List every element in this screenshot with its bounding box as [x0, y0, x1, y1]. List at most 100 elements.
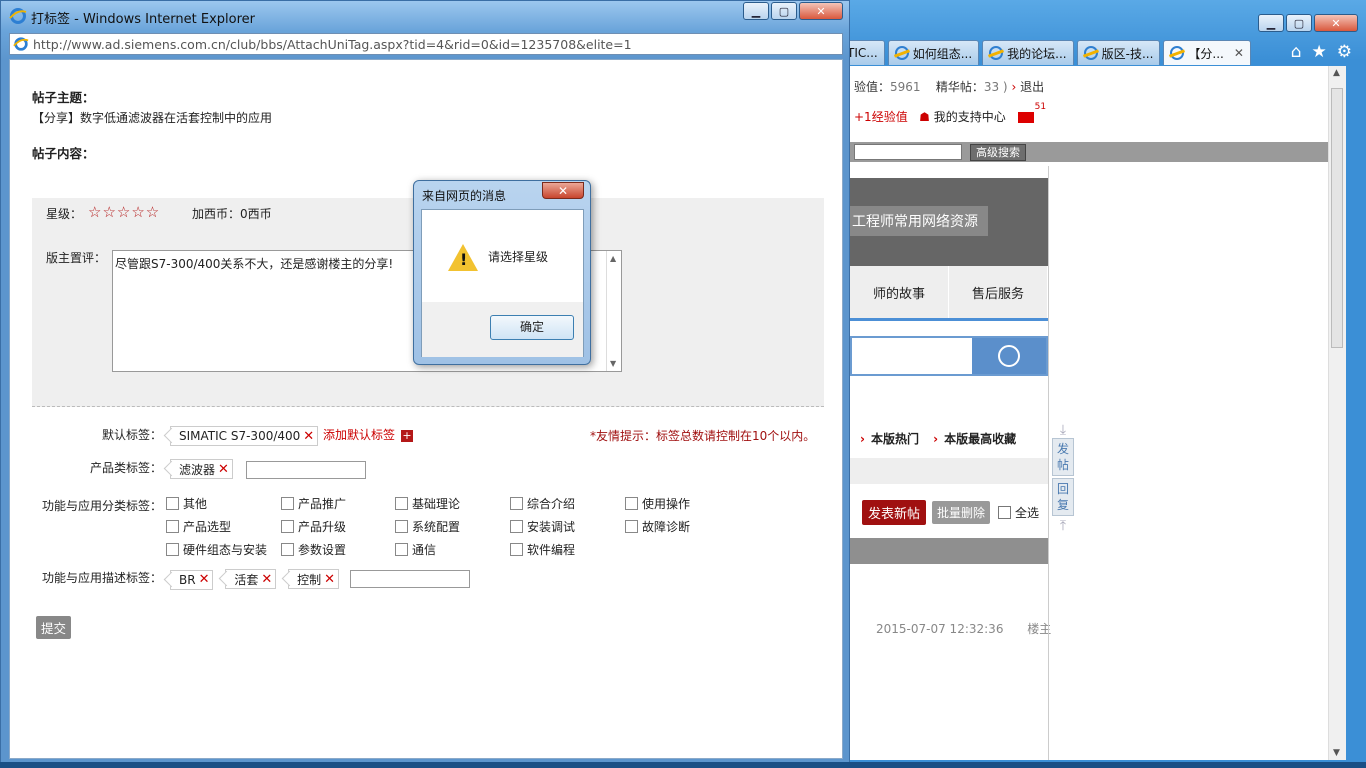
tag: 控制 ✕ [288, 569, 339, 589]
search-bar: 高级搜索 [850, 142, 1328, 162]
func-desc-label: 功能与应用描述标签： [42, 571, 163, 585]
search-input[interactable] [854, 144, 962, 160]
scroll-up-icon: ▲ [610, 254, 617, 263]
user-links: +1经验值 ☗ 我的支持中心 51 [854, 102, 1046, 125]
side-reply-button[interactable]: 回复 [1052, 478, 1074, 516]
submit-button[interactable]: 提交 [36, 616, 72, 639]
select-all-label: 全选 [1015, 506, 1040, 520]
tab-1[interactable]: 如何组态... [887, 40, 980, 65]
minimize-button[interactable]: ▁ [1258, 14, 1284, 32]
textarea-scrollbar[interactable]: ▲ ▼ [606, 251, 621, 371]
tag: 活套 ✕ [225, 569, 277, 589]
home-icon[interactable]: ⌂ [1291, 42, 1302, 62]
option-theory[interactable]: 基础理论 [395, 495, 460, 512]
func-desc-input[interactable] [350, 570, 470, 588]
stripe [850, 458, 1048, 484]
option-selection[interactable]: 产品选型 [166, 518, 231, 535]
content-label: 帖子内容： [32, 146, 95, 161]
gear-icon[interactable]: ⚙ [1337, 42, 1352, 62]
dialog-message: 请选择星级 [488, 250, 549, 264]
banner-link[interactable]: 工程师常用网络资源 [850, 206, 988, 236]
ie-icon [13, 37, 29, 51]
option-overview[interactable]: 综合介绍 [510, 495, 575, 512]
browser-tools: ⌂ ★ ⚙ [1291, 42, 1352, 62]
option-promotion[interactable]: 产品推广 [281, 495, 346, 512]
product-tag-input[interactable] [246, 461, 366, 479]
tag: 滤波器 ✕ [170, 459, 233, 479]
star-rating[interactable]: ☆☆☆☆☆ [88, 203, 160, 221]
option-hardware[interactable]: 硬件组态与安装 [166, 541, 267, 558]
remove-tag-icon[interactable]: ✕ [261, 572, 272, 587]
option-config[interactable]: 系统配置 [395, 518, 460, 535]
product-tag-list: 滤波器 ✕ [170, 459, 241, 479]
option-programming[interactable]: 软件编程 [510, 541, 575, 558]
close-button[interactable]: ✕ [799, 2, 843, 20]
scrollbar[interactable]: ▲ ▼ [1328, 66, 1346, 760]
scroll-down-icon[interactable]: ▼ [1333, 748, 1340, 758]
tag: BR ✕ [170, 569, 214, 590]
option-operation[interactable]: 使用操作 [625, 495, 690, 512]
search-button[interactable] [972, 338, 1046, 374]
remove-tag-icon[interactable]: ✕ [218, 462, 229, 477]
option-diagnosis[interactable]: 故障诊断 [625, 518, 690, 535]
remove-tag-icon[interactable]: ✕ [324, 572, 335, 587]
site-search[interactable] [850, 336, 1048, 376]
nav-row: 师的故事 售后服务 [850, 266, 1048, 321]
maximize-button[interactable]: ▢ [1286, 14, 1312, 32]
ok-button[interactable]: 确定 [490, 315, 574, 340]
scroll-down-icon: ▼ [610, 359, 617, 368]
remove-tag-icon[interactable]: ✕ [199, 572, 210, 587]
search-icon [998, 345, 1020, 367]
support-center-link[interactable]: 我的支持中心 [934, 110, 1006, 124]
new-post-button[interactable]: 发表新帖 [862, 500, 927, 525]
option-other[interactable]: 其他 [166, 495, 207, 512]
comment-text: 尽管跟S7-300/400关系不大，还是感谢楼主的分享! [115, 257, 394, 271]
option-commissioning[interactable]: 安装调试 [510, 518, 575, 535]
option-comm[interactable]: 通信 [395, 541, 436, 558]
close-button[interactable]: ✕ [1314, 14, 1358, 32]
option-upgrade[interactable]: 产品升级 [281, 518, 346, 535]
side-post-button[interactable]: 发帖 [1052, 438, 1074, 476]
user-stats: 验值：5961 精华帖：33 ) › 退出 [854, 80, 1045, 94]
hot-link[interactable]: 本版热门 [871, 432, 919, 446]
batch-delete-button[interactable]: 批量删除 [932, 501, 991, 524]
star-icon[interactable]: ★ [1312, 42, 1327, 62]
moderator-label: 版主置评： [46, 251, 107, 265]
tab-3[interactable]: 版区-技... [1076, 40, 1161, 65]
window-controls: ▁ ▢ ✕ [741, 2, 843, 20]
mail-icon[interactable]: 51 [1017, 102, 1046, 123]
arrow-down-icon[interactable]: ⤓ [1052, 422, 1074, 438]
arrow-up-icon[interactable]: ⤒ [1052, 518, 1074, 534]
nav-item-story[interactable]: 师的故事 [850, 266, 949, 318]
ie-icon [989, 46, 1004, 60]
minimize-button[interactable]: ▁ [743, 2, 769, 20]
nav-item-service[interactable]: 售后服务 [949, 266, 1048, 318]
add-default-tag-link[interactable]: 添加默认标签 + [323, 426, 414, 443]
close-tab-icon[interactable]: ✕ [1234, 46, 1244, 60]
plus-icon: + [401, 428, 414, 442]
mail-count: 51 [1034, 102, 1047, 112]
background-page: 验值：5961 精华帖：33 ) › 退出 +1经验值 ☗ 我的支持中心 51 … [850, 66, 1328, 760]
scroll-up-icon[interactable]: ▲ [1333, 68, 1340, 78]
alert-dialog: 来自网页的消息 ✕ ! 请选择星级 确定 [413, 180, 591, 365]
option-params[interactable]: 参数设置 [281, 541, 346, 558]
product-tag-label: 产品类标签： [90, 461, 163, 475]
post-meta: 2015-07-07 12:32:36 楼主 [876, 620, 1051, 637]
maximize-button[interactable]: ▢ [771, 2, 797, 20]
advanced-search-button[interactable]: 高级搜索 [970, 144, 1026, 161]
url-text: http://www.ad.siemens.com.cn/club/bbs/At… [33, 36, 632, 52]
most-collected-link[interactable]: 本版最高收藏 [944, 432, 1016, 446]
ie-icon [9, 8, 27, 24]
address-bar[interactable]: http://www.ad.siemens.com.cn/club/bbs/At… [9, 33, 843, 55]
taskbar-edge [0, 762, 1366, 768]
tag: SIMATIC S7-300/400 ✕ [170, 426, 319, 446]
remove-tag-icon[interactable]: ✕ [303, 429, 314, 444]
default-tag-label: 默认标签： [102, 428, 163, 442]
tab-4[interactable]: 【分... ✕ [1163, 40, 1251, 65]
dialog-body: ! 请选择星级 确定 [421, 209, 584, 357]
tab-2[interactable]: 我的论坛... [982, 40, 1074, 65]
select-all-checkbox[interactable] [998, 506, 1012, 519]
dialog-close-button[interactable]: ✕ [542, 182, 584, 199]
logout-link[interactable]: 退出 [1020, 80, 1044, 94]
scroll-thumb[interactable] [1331, 88, 1343, 348]
